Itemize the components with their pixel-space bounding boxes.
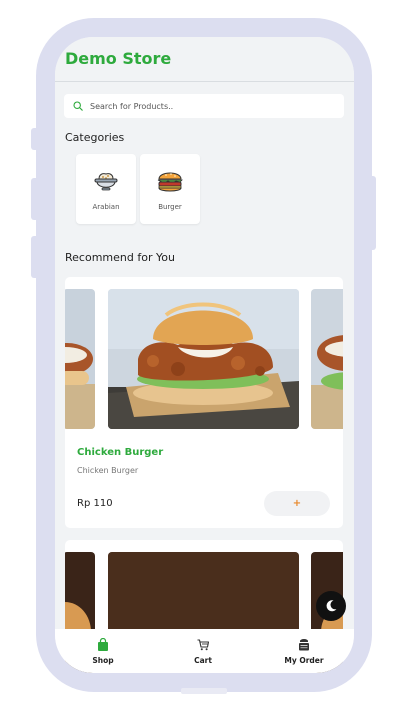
- add-to-cart-button[interactable]: +: [264, 491, 330, 516]
- search-bar[interactable]: [64, 94, 344, 118]
- burger-photo-partial: [311, 289, 343, 429]
- rice-bowl-icon: [94, 173, 118, 191]
- product-image-next[interactable]: [311, 289, 343, 429]
- product-image[interactable]: [108, 289, 299, 429]
- bottom-navigation: Shop Cart My Order: [55, 629, 354, 673]
- shopping-bag-icon: [98, 638, 108, 651]
- product-card[interactable]: Chicken Burger Chicken Burger Rp 110 +: [65, 277, 343, 528]
- chicken-burger-photo: [108, 289, 299, 429]
- nav-label: Cart: [194, 656, 212, 665]
- product-image-prev[interactable]: [65, 289, 95, 429]
- nav-item-cart[interactable]: Cart: [173, 629, 233, 673]
- product-name: Chicken Burger: [77, 447, 164, 458]
- nav-label: Shop: [92, 656, 114, 665]
- product-price: Rp 110: [77, 498, 113, 509]
- phone-bottom-notch: [181, 688, 227, 694]
- burger-icon: [157, 172, 183, 192]
- burger-photo-partial: [65, 289, 95, 429]
- cart-icon: [197, 639, 209, 651]
- category-card-burger[interactable]: Burger: [140, 154, 200, 224]
- category-card-arabian[interactable]: Arabian: [76, 154, 136, 224]
- recommend-title: Recommend for You: [65, 251, 175, 264]
- phone-screen: Demo Store Categories Arabian: [55, 37, 354, 673]
- plus-icon: +: [292, 498, 302, 509]
- categories-title: Categories: [65, 131, 125, 144]
- nav-item-shop[interactable]: Shop: [74, 629, 132, 673]
- category-label: Burger: [158, 203, 182, 211]
- product-description: Chicken Burger: [77, 466, 139, 475]
- order-box-icon: [299, 639, 309, 651]
- search-icon: [73, 101, 83, 111]
- nav-item-my-order[interactable]: My Order: [275, 629, 333, 673]
- category-label: Arabian: [92, 203, 120, 211]
- app-header: Demo Store: [55, 37, 354, 82]
- nav-label: My Order: [284, 656, 324, 665]
- search-input[interactable]: [90, 101, 330, 111]
- moon-icon: [326, 600, 337, 612]
- store-title: Demo Store: [65, 49, 172, 68]
- dark-mode-toggle[interactable]: [316, 591, 346, 621]
